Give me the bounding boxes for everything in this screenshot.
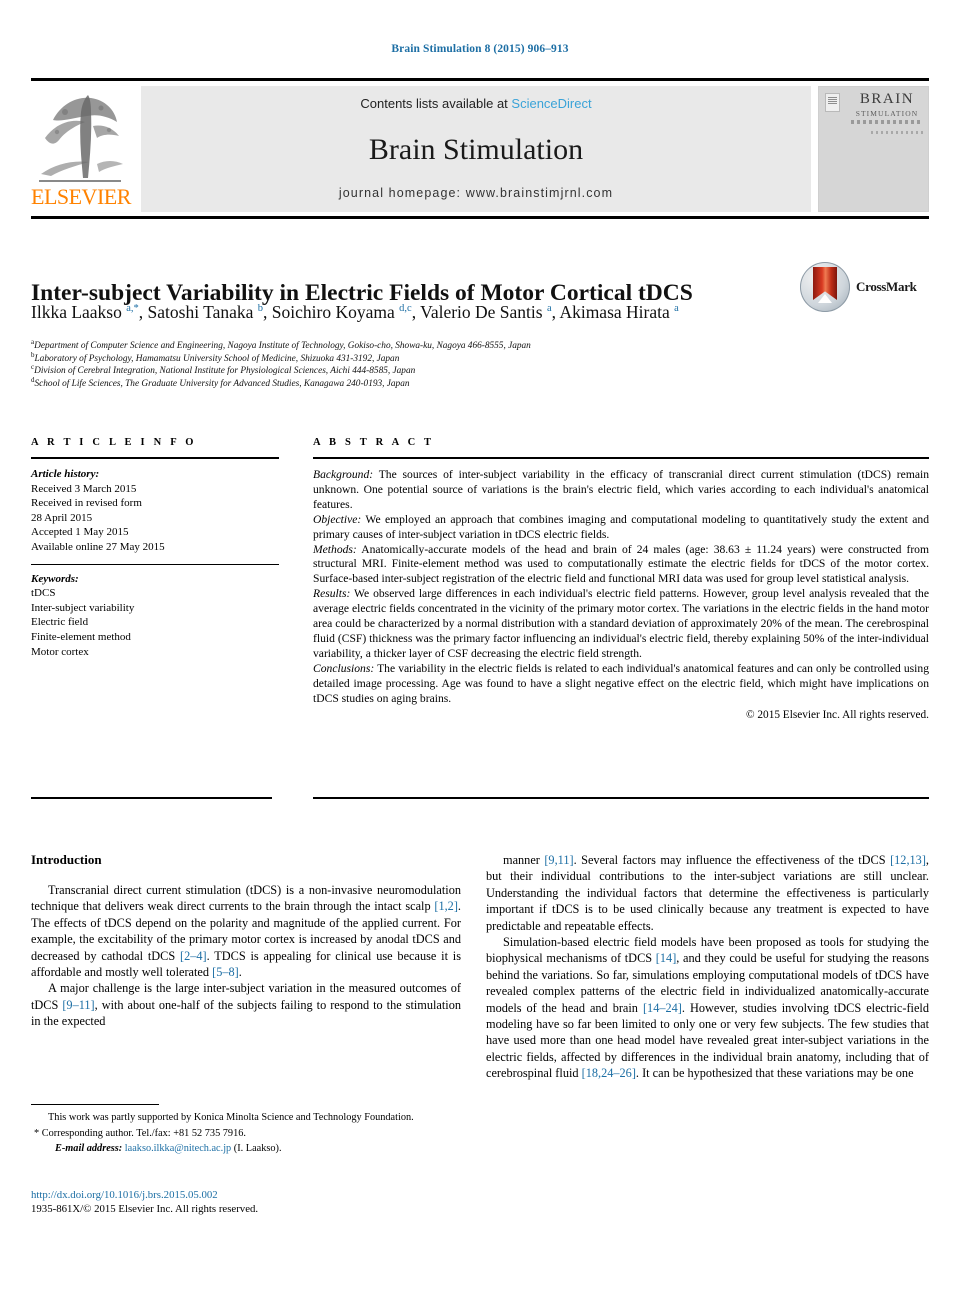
elsevier-logo: ELSEVIER [31, 86, 131, 212]
abstract-heading: A B S T R A C T [313, 437, 435, 448]
journal-cover-thumbnail: BRAIN STIMULATION [818, 86, 929, 212]
abstract-section-label: Conclusions: [313, 661, 375, 675]
cover-texture-lines [871, 131, 923, 134]
history-line: Available online 27 May 2015 [31, 540, 165, 553]
abstract-section-label: Background: [313, 468, 374, 481]
keyword-item: Motor cortex [31, 645, 89, 658]
footnote-rule [31, 1104, 159, 1105]
section-heading-introduction: Introduction [31, 852, 102, 867]
affiliation-mark: c [31, 363, 35, 372]
footnote-block: This work was partly supported by Konica… [31, 1104, 461, 1155]
email-label: E-mail address: [55, 1142, 123, 1154]
body-paragraph: A major challenge is the large inter-sub… [31, 981, 461, 1029]
abstract-section: Conclusions: The variability in the elec… [313, 661, 929, 705]
article-history: Article history: Received 3 March 2015 Re… [31, 467, 279, 555]
history-line: 28 April 2015 [31, 511, 93, 524]
email-note: E-mail address: laakso.ilkka@nitech.ac.j… [31, 1142, 461, 1155]
masthead-top-rule [31, 78, 929, 81]
info-bottom-rule [31, 797, 272, 799]
abstract-section-label: Results: [313, 587, 351, 601]
abstract-bottom-rule [313, 797, 929, 799]
abstract-body: Background: The sources of inter-subject… [313, 468, 929, 707]
keywords-rule [31, 563, 279, 565]
paper-page: Brain Stimulation 8 (2015) 906–913 ELSEV… [0, 0, 960, 1290]
elsevier-wordmark: ELSEVIER [31, 184, 131, 209]
doi-link[interactable]: http://dx.doi.org/10.1016/j.brs.2015.05.… [31, 1188, 461, 1202]
body-paragraph: Transcranial direct current stimulation … [31, 883, 461, 980]
abstract-section-label: Methods: [313, 542, 357, 556]
article-info-heading: A R T I C L E I N F O [31, 437, 197, 448]
affiliation-list: aDepartment of Computer Science and Engi… [31, 337, 831, 390]
cover-title: BRAIN [859, 91, 915, 107]
journal-title: Brain Stimulation [368, 133, 584, 166]
keyword-item: Inter-subject variability [31, 601, 135, 614]
intro-left-paragraphs: Transcranial direct current stimulation … [31, 882, 461, 1030]
corresponding-author-note: * Corresponding author. Tel./fax: +81 52… [34, 1128, 246, 1140]
crossmark-label: CrossMark [856, 279, 917, 294]
affiliation-item: bLaboratory of Psychology, Hamamatsu Uni… [31, 350, 400, 364]
affiliation-mark: b [31, 350, 35, 359]
elsevier-tree-icon [35, 86, 125, 184]
doi-block: http://dx.doi.org/10.1016/j.brs.2015.05.… [31, 1188, 461, 1216]
email-address-link[interactable]: laakso.ilkka@nitech.ac.jp [125, 1143, 231, 1154]
abstract-section: Methods: Anatomically-accurate models of… [313, 542, 929, 586]
abstract-section-label: Objective: [313, 512, 362, 526]
affiliation-item: cDivision of Cerebral Integration, Natio… [31, 363, 416, 377]
journal-masthead: ELSEVIER Contents lists available at Sci… [31, 84, 929, 212]
journal-homepage-link[interactable]: journal homepage: www.brainstimjrnl.com [141, 186, 811, 200]
history-line: Received 3 March 2015 [31, 482, 137, 495]
cover-elsevier-icon [825, 93, 840, 112]
cover-subtitle: STIMULATION [855, 109, 919, 118]
affiliation-item: dSchool of Life Sciences, The Graduate U… [31, 375, 410, 389]
abstract-section: Background: The sources of inter-subject… [313, 468, 929, 511]
keyword-item: tDCS [31, 587, 56, 600]
sciencedirect-link[interactable]: ScienceDirect [511, 96, 591, 111]
intro-right-paragraphs: manner [9,11]. Several factors may influ… [486, 852, 929, 1082]
abstract-section: Objective: We employed an approach that … [313, 512, 929, 541]
author-list: Ilkka Laakso a,*, Satoshi Tanaka b, Soic… [31, 302, 679, 322]
keyword-item: Electric field [31, 616, 89, 629]
affiliation-mark: a [31, 337, 35, 346]
keywords-lines: tDCS Inter-subject variability Electric fi… [31, 587, 134, 657]
affiliation-mark: d [31, 375, 35, 384]
keyword-item: Finite-element method [31, 630, 131, 643]
cover-texture-bars [851, 120, 923, 124]
email-suffix: (I. Laakso). [231, 1142, 282, 1154]
funding-note: This work was partly supported by Konica… [48, 1112, 414, 1123]
article-info-rule [31, 457, 279, 459]
abstract-rule [313, 457, 929, 459]
history-line: Received in revised form [31, 497, 142, 510]
keywords-label: Keywords: [31, 572, 79, 585]
history-line: Accepted 1 May 2015 [31, 526, 129, 539]
body-column-left: Introduction Transcranial direct current… [31, 852, 461, 1030]
article-info-block: A R T I C L E I N F O Article history: R… [31, 437, 279, 659]
abstract-section: Results: We observed large differences i… [313, 587, 929, 660]
body-column-right: manner [9,11]. Several factors may influ… [486, 852, 929, 1082]
issn-copyright: 1935-861X/© 2015 Elsevier Inc. All right… [31, 1203, 259, 1215]
abstract-copyright: © 2015 Elsevier Inc. All rights reserved… [745, 708, 929, 721]
contents-prefix: Contents lists available at [360, 96, 512, 111]
running-header: Brain Stimulation 8 (2015) 906–913 [391, 43, 569, 55]
body-paragraph: manner [9,11]. Several factors may influ… [486, 853, 929, 933]
affiliation-item: aDepartment of Computer Science and Engi… [31, 337, 531, 351]
article-history-label: Article history: [31, 468, 100, 480]
body-paragraph: Simulation-based electric field models h… [486, 935, 930, 1081]
keywords-block: Keywords: tDCS Inter-subject variability E… [31, 572, 279, 660]
article-history-lines: Received 3 March 2015 Received in revised… [31, 483, 165, 553]
sciencedirect-panel: Contents lists available at ScienceDirec… [141, 86, 811, 212]
masthead-bottom-rule [31, 216, 929, 219]
contents-line: Contents lists available at ScienceDirec… [141, 96, 811, 111]
abstract-block: A B S T R A C T Background: The sources … [313, 437, 929, 721]
